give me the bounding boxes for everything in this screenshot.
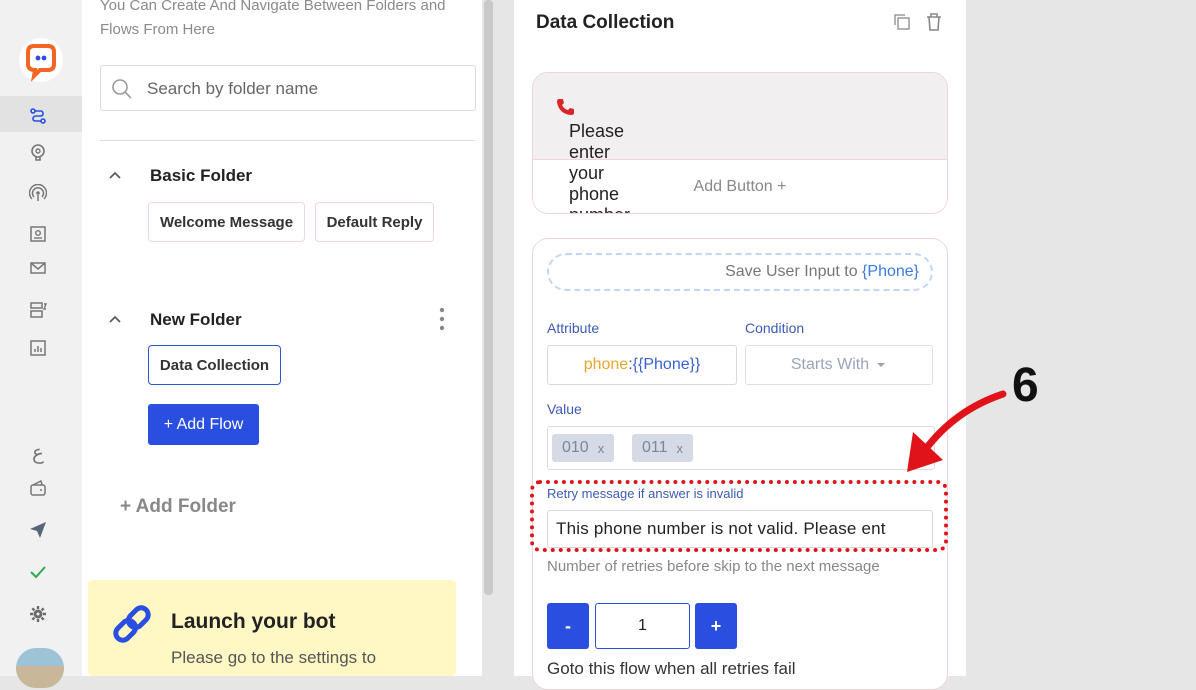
- check-icon[interactable]: [26, 560, 50, 584]
- annotation-number: 6: [1012, 359, 1039, 412]
- launch-title: Launch your bot: [171, 610, 336, 633]
- save-input-label: Save User Input to: [725, 263, 863, 280]
- language-icon[interactable]: ع: [26, 440, 50, 464]
- remove-tag-icon[interactable]: x: [677, 441, 684, 456]
- retries-label: Number of retries before skip to the nex…: [547, 558, 880, 575]
- forms-icon[interactable]: [26, 298, 50, 322]
- search-icon: [112, 79, 132, 99]
- flow-chip-welcome-message[interactable]: Welcome Message: [148, 202, 305, 242]
- condition-value: Starts With: [790, 356, 870, 373]
- add-button[interactable]: Add Button +: [533, 159, 947, 213]
- condition-select[interactable]: Starts With: [745, 345, 933, 385]
- copy-icon[interactable]: [892, 12, 912, 32]
- editor-title: Data Collection: [536, 12, 675, 33]
- add-folder-button[interactable]: + Add Folder: [120, 496, 236, 518]
- broadcast-icon[interactable]: [26, 181, 50, 205]
- folder-title[interactable]: Basic Folder: [150, 166, 252, 186]
- message-card[interactable]: Please enter your phone number Add Butto…: [532, 72, 948, 214]
- flow-chip-data-collection[interactable]: Data Collection: [148, 345, 281, 385]
- caret-down-icon: [877, 363, 886, 367]
- retries-count[interactable]: 1: [595, 603, 690, 649]
- analytics-icon[interactable]: [26, 336, 50, 360]
- brain-icon[interactable]: [26, 140, 50, 164]
- mail-icon[interactable]: [26, 256, 50, 280]
- user-input-card: Save User Input to {Phone} Attribute Con…: [532, 238, 948, 690]
- wallet-icon[interactable]: [26, 476, 50, 500]
- folder-title[interactable]: New Folder: [150, 310, 242, 330]
- attribute-field[interactable]: phone: {{Phone}}: [547, 345, 737, 385]
- tag-text: 010: [562, 439, 589, 456]
- add-flow-button[interactable]: + Add Flow: [148, 404, 259, 445]
- value-tags-field[interactable]: 010 x 011 x: [547, 426, 935, 470]
- search-input[interactable]: [145, 75, 469, 103]
- attribute-label: Attribute: [547, 320, 600, 336]
- gear-icon[interactable]: [26, 602, 50, 626]
- phone-icon: [557, 99, 574, 115]
- goto-flow-label: Goto this flow when all retries fail: [547, 659, 796, 678]
- scrollbar[interactable]: [484, 0, 493, 595]
- increment-button[interactable]: +: [695, 603, 737, 649]
- send-icon[interactable]: [26, 518, 50, 542]
- save-input-variable: {Phone}: [862, 263, 919, 280]
- attribute-key: phone: [583, 356, 629, 373]
- panel-description: You Can Create And Navigate Between Fold…: [100, 0, 446, 38]
- more-vertical-icon[interactable]: [438, 306, 446, 332]
- launch-text: Please go to the settings to: [171, 648, 377, 667]
- save-user-input-pill[interactable]: Save User Input to {Phone}: [547, 253, 933, 291]
- flow-chip-default-reply[interactable]: Default Reply: [315, 202, 434, 242]
- contacts-icon[interactable]: [26, 222, 50, 246]
- message-bubble[interactable]: Please enter your phone number: [533, 73, 947, 213]
- link-icon: [113, 605, 151, 643]
- logo-icon[interactable]: [14, 34, 68, 84]
- icon-sidebar: ع: [0, 0, 83, 688]
- divider: [100, 140, 475, 141]
- flows-icon[interactable]: [26, 104, 50, 128]
- decrement-button[interactable]: -: [547, 603, 589, 649]
- condition-label: Condition: [745, 320, 805, 336]
- folder-search[interactable]: [100, 65, 476, 111]
- avatar[interactable]: [16, 648, 64, 688]
- value-label: Value: [547, 401, 582, 417]
- value-tag[interactable]: 011 x: [632, 434, 694, 462]
- value-tag[interactable]: 010 x: [552, 434, 615, 462]
- folders-panel: You Can Create And Navigate Between Fold…: [82, 0, 482, 676]
- attribute-value: {{Phone}}: [632, 356, 701, 373]
- tag-text: 011: [642, 439, 668, 456]
- flow-editor: Data Collection Please enter your phone …: [514, 0, 966, 690]
- annotation-highlight-box: [530, 480, 948, 552]
- launch-bot-banner: Launch your bot Please go to the setting…: [88, 580, 456, 676]
- chevron-up-icon[interactable]: [108, 167, 122, 183]
- trash-icon[interactable]: [924, 12, 944, 32]
- chevron-up-icon[interactable]: [108, 311, 122, 327]
- remove-tag-icon[interactable]: x: [598, 441, 605, 456]
- annotation-arrow-icon: [907, 390, 1007, 472]
